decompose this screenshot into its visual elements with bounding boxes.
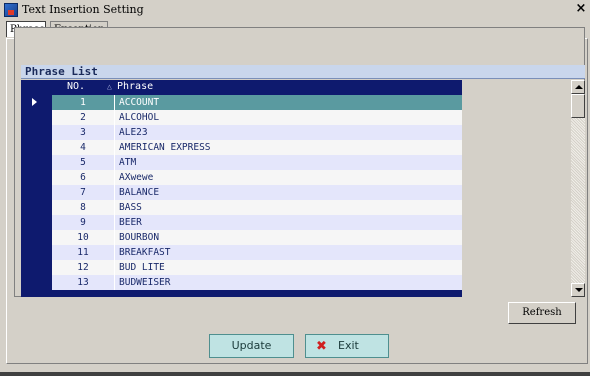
cell-phrase[interactable]: ACCOUNT	[115, 95, 462, 110]
phrase-grid: NO. △ Phrase 1 ACCOUNT 2 ALCOHOL 3 ALE23 4 AMER…	[21, 80, 462, 297]
row-selector[interactable]	[21, 170, 52, 185]
cell-no[interactable]: 4	[52, 140, 115, 155]
text-insertion-window: Text Insertion Setting × Phrase Exceptio…	[0, 0, 590, 376]
cell-no[interactable]: 9	[52, 215, 115, 230]
grid-rows: 1 ACCOUNT 2 ALCOHOL 3 ALE23 4 AMERICAN EXPRESS 5…	[21, 95, 462, 290]
column-header-phrase[interactable]: Phrase	[117, 81, 153, 92]
table-row[interactable]: 3 ALE23	[21, 125, 462, 140]
scroll-thumb[interactable]	[571, 94, 585, 118]
cell-phrase[interactable]: BASS	[115, 200, 462, 215]
cell-phrase[interactable]: BREAKFAST	[115, 245, 462, 260]
row-selector[interactable]	[21, 215, 52, 230]
table-row[interactable]: 9 BEER	[21, 215, 462, 230]
window-bottom-edge	[0, 372, 590, 376]
exit-button[interactable]: ✖ Exit	[305, 334, 389, 358]
table-row[interactable]: 13 BUDWEISER	[21, 275, 462, 290]
row-selector[interactable]	[21, 260, 52, 275]
vertical-scrollbar[interactable]	[571, 80, 585, 297]
table-row[interactable]: 1 ACCOUNT	[21, 95, 462, 110]
row-selector[interactable]	[21, 200, 52, 215]
cell-phrase[interactable]: ATM	[115, 155, 462, 170]
cell-phrase[interactable]: ALCOHOL	[115, 110, 462, 125]
scroll-up-icon[interactable]	[571, 80, 585, 94]
table-row[interactable]: 8 BASS	[21, 200, 462, 215]
cell-no[interactable]: 11	[52, 245, 115, 260]
exit-label: Exit	[338, 339, 359, 352]
row-selector[interactable]	[21, 110, 52, 125]
cell-no[interactable]: 13	[52, 275, 115, 290]
row-selector[interactable]	[21, 140, 52, 155]
cell-no[interactable]: 2	[52, 110, 115, 125]
row-selector[interactable]	[21, 185, 52, 200]
cell-no[interactable]: 3	[52, 125, 115, 140]
row-selector[interactable]	[21, 230, 52, 245]
grid-header: NO. △ Phrase	[21, 80, 462, 94]
row-selector[interactable]	[21, 275, 52, 290]
grid-empty-area	[462, 80, 572, 297]
table-row[interactable]: 7 BALANCE	[21, 185, 462, 200]
cell-no[interactable]: 5	[52, 155, 115, 170]
cell-phrase[interactable]: BALANCE	[115, 185, 462, 200]
close-icon[interactable]: ×	[574, 2, 588, 16]
table-row[interactable]: 5 ATM	[21, 155, 462, 170]
app-icon	[4, 3, 18, 17]
cell-no[interactable]: 12	[52, 260, 115, 275]
cell-no[interactable]: 6	[52, 170, 115, 185]
cell-phrase[interactable]: BUDWEISER	[115, 275, 462, 290]
row-selector[interactable]	[21, 155, 52, 170]
table-row[interactable]: 6 AXwewe	[21, 170, 462, 185]
exit-icon: ✖	[316, 339, 327, 354]
grid-caption: Phrase List	[21, 65, 585, 79]
cell-phrase[interactable]: BUD LITE	[115, 260, 462, 275]
row-selector[interactable]	[21, 125, 52, 140]
title-bar[interactable]: Text Insertion Setting ×	[0, 0, 590, 20]
cell-no[interactable]: 10	[52, 230, 115, 245]
current-row-pointer-icon	[32, 98, 37, 106]
cell-phrase[interactable]: BEER	[115, 215, 462, 230]
cell-no[interactable]: 8	[52, 200, 115, 215]
scroll-down-icon[interactable]	[571, 283, 585, 297]
cell-no[interactable]: 7	[52, 185, 115, 200]
cell-phrase[interactable]: AXwewe	[115, 170, 462, 185]
window-title: Text Insertion Setting	[22, 3, 144, 16]
table-row[interactable]: 2 ALCOHOL	[21, 110, 462, 125]
cell-phrase[interactable]: BOURBON	[115, 230, 462, 245]
cell-phrase[interactable]: AMERICAN EXPRESS	[115, 140, 462, 155]
cell-phrase[interactable]: ALE23	[115, 125, 462, 140]
update-button[interactable]: Update	[209, 334, 294, 358]
cell-no[interactable]: 1	[52, 95, 115, 110]
sort-ascending-icon: △	[107, 82, 112, 91]
table-row[interactable]: 10 BOURBON	[21, 230, 462, 245]
refresh-button[interactable]: Refresh	[508, 302, 576, 324]
table-row[interactable]: 12 BUD LITE	[21, 260, 462, 275]
table-row[interactable]: 11 BREAKFAST	[21, 245, 462, 260]
table-row[interactable]: 4 AMERICAN EXPRESS	[21, 140, 462, 155]
row-selector[interactable]	[21, 95, 52, 110]
row-selector[interactable]	[21, 245, 52, 260]
